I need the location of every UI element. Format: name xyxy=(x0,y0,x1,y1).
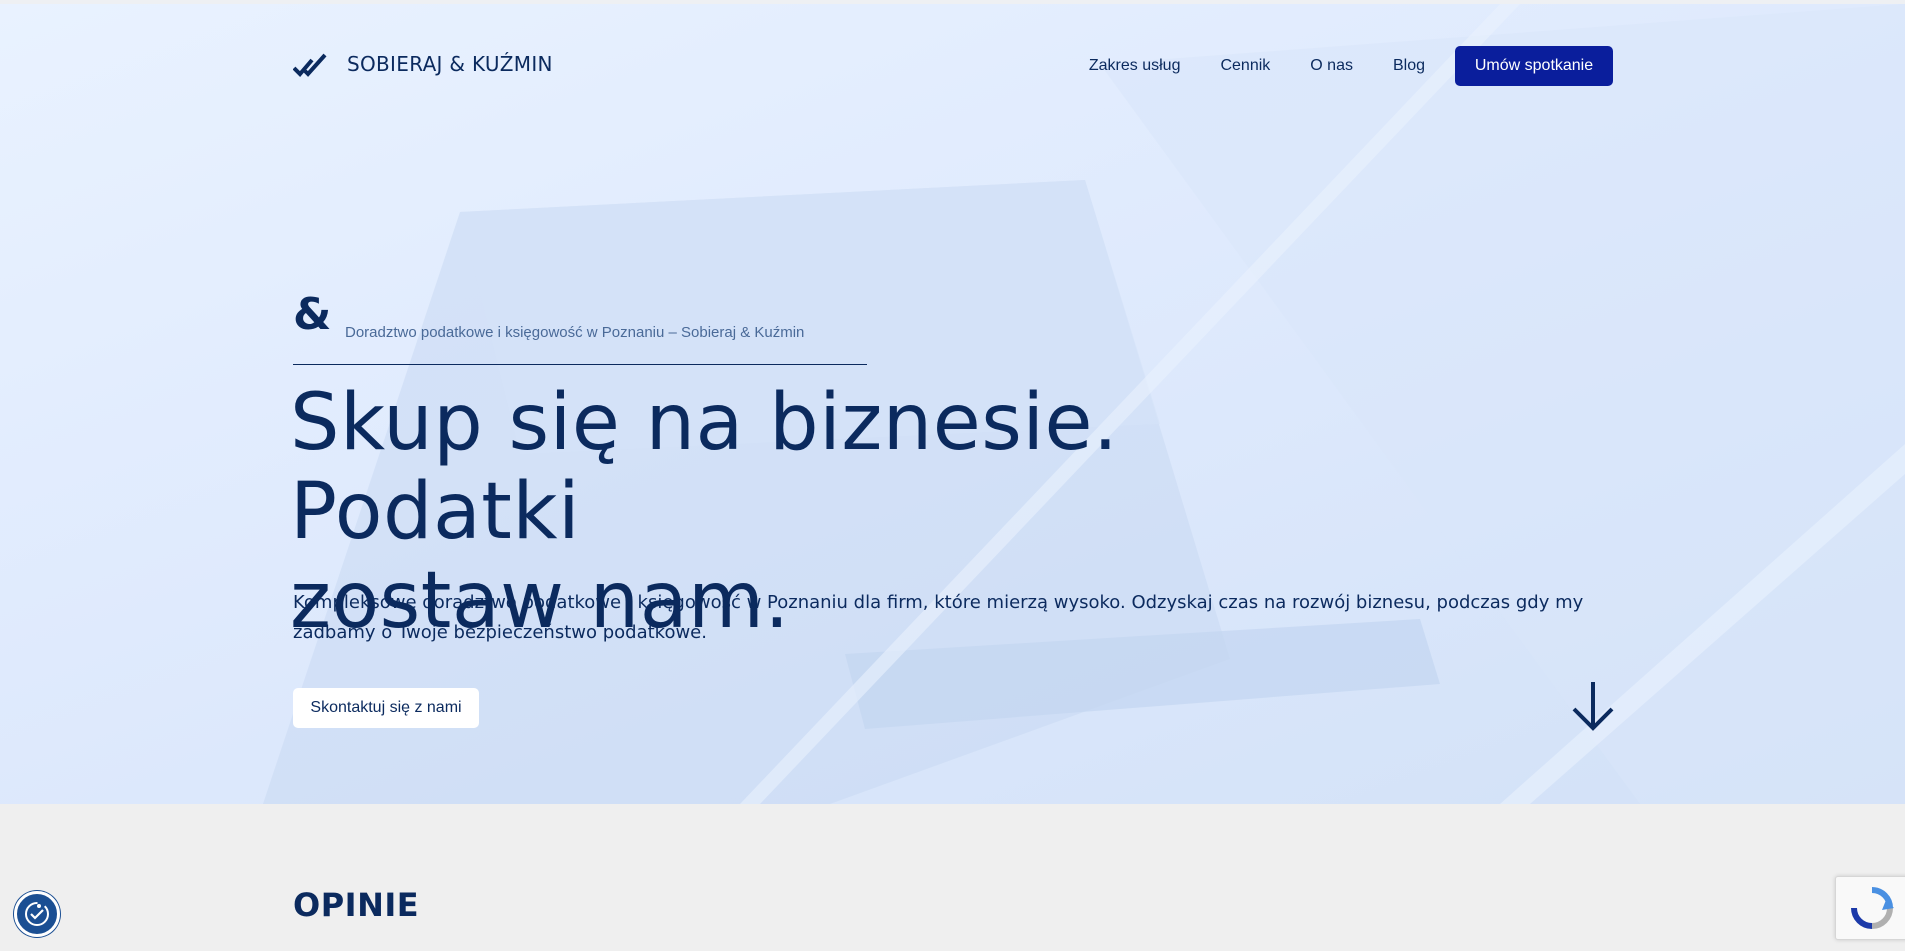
lead-line-1: Kompleksowe doradztwo podatkowe i księgo… xyxy=(293,592,1584,613)
hero-lead: Kompleksowe doradztwo podatkowe i księgo… xyxy=(293,588,1613,648)
hero-eyebrow: & Doradztwo podatkowe i księgowość w Poz… xyxy=(293,293,867,365)
main-nav: Zakres usług Cennik O nas Blog Umów spot… xyxy=(1089,46,1613,86)
hero-subtitle: Doradztwo podatkowe i księgowość w Pozna… xyxy=(345,324,805,341)
hero-section: SOBIERAJ & KUŹMIN Zakres usług Cennik O … xyxy=(0,4,1905,804)
nav-link-blog[interactable]: Blog xyxy=(1393,57,1425,75)
nav-link-o-nas[interactable]: O nas xyxy=(1310,57,1353,75)
nav-link-cennik[interactable]: Cennik xyxy=(1220,57,1270,75)
logo[interactable]: SOBIERAJ & KUŹMIN xyxy=(293,50,553,78)
lead-line-2: zadbamy o Twoje bezpieczeństwo podatkowe… xyxy=(293,622,707,643)
double-check-trend-icon xyxy=(293,53,327,77)
contact-us-button[interactable]: Skontaktuj się z nami xyxy=(293,688,479,728)
ampersand-mark: & xyxy=(293,289,332,340)
book-meeting-button[interactable]: Umów spotkanie xyxy=(1455,46,1613,86)
accessibility-icon xyxy=(25,902,49,926)
headline-line-1: Skup się na biznesie. Podatki xyxy=(290,378,1119,557)
arrow-down-icon[interactable] xyxy=(1570,678,1616,732)
site-header: SOBIERAJ & KUŹMIN Zakres usług Cennik O … xyxy=(293,46,1613,86)
accessibility-button[interactable] xyxy=(14,891,60,937)
nav-link-zakres-uslug[interactable]: Zakres usług xyxy=(1089,57,1181,75)
brand-name: SOBIERAJ & KUŹMIN xyxy=(347,52,553,76)
reviews-title: OPINIE xyxy=(293,886,420,924)
recaptcha-icon xyxy=(1851,887,1894,929)
recaptcha-badge[interactable] xyxy=(1835,876,1905,940)
